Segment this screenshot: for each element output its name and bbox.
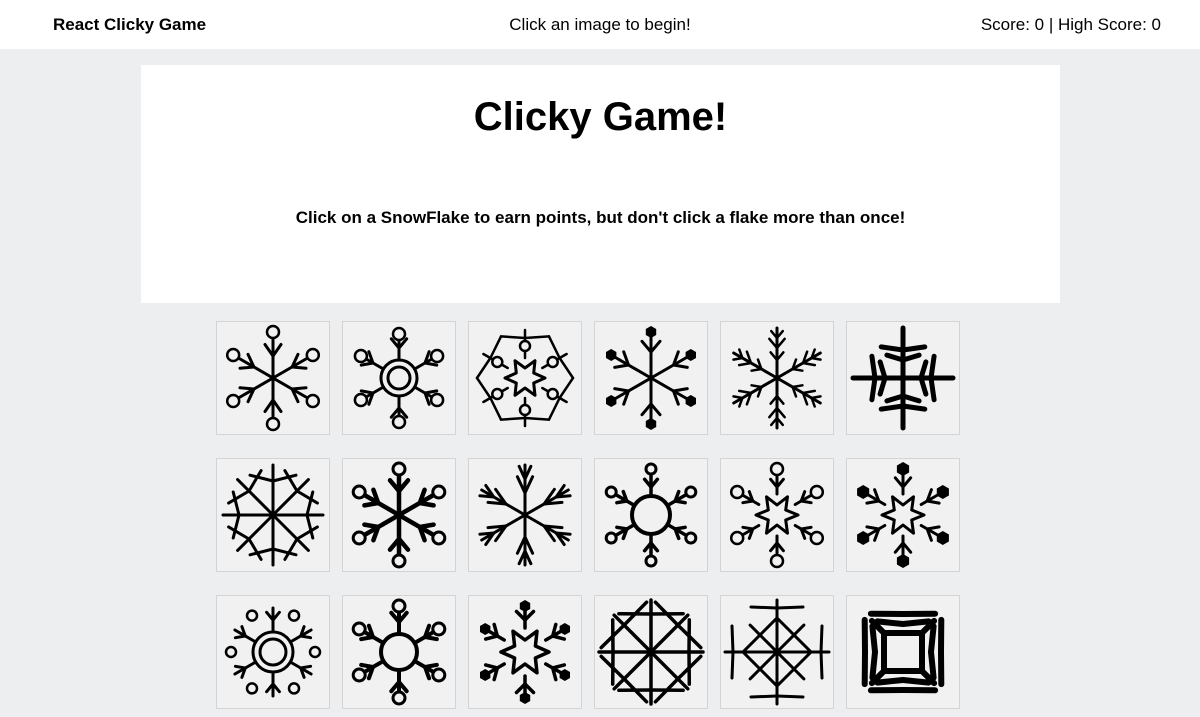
snowflake-square-chevron-icon [861,610,945,694]
snowflake-lattice-icon [597,598,705,706]
instructions-text: Click on a SnowFlake to earn points, but… [295,208,906,227]
snowflake-diamond-icon [723,598,831,706]
snowflake-card[interactable] [216,595,330,709]
snowflake-card[interactable] [720,458,834,572]
page-title: Clicky Game! [473,95,728,139]
snowflake-circle-tips-icon [225,324,321,432]
snowflake-star-hex-icon [475,328,575,428]
snowflake-star-hexagon-tips-icon [857,462,949,568]
snowflake-double-ring-icon [224,606,322,698]
snowflake-card[interactable] [342,458,456,572]
header-banner: Clicky Game! Click on a SnowFlake to ear… [141,65,1060,303]
snowflake-card[interactable] [468,458,582,572]
snowflake-ring-center-icon [353,326,445,430]
snowflake-card[interactable] [342,321,456,435]
snowflake-card[interactable] [468,321,582,435]
snowflake-card[interactable] [720,321,834,435]
snowflake-eight-point-icon [221,463,325,567]
snowflake-card[interactable] [846,321,960,435]
snowflake-card[interactable] [216,458,330,572]
snowflake-card[interactable] [342,595,456,709]
snowflake-card[interactable] [216,321,330,435]
snowflake-card[interactable] [594,458,708,572]
navbar: React Clicky Game Click an image to begi… [0,0,1200,49]
snowflake-fern-icon [732,326,822,430]
snowflake-card[interactable] [720,595,834,709]
snowflake-card[interactable] [468,595,582,709]
snowflake-arrow-cross-icon [850,325,956,431]
snowflake-disc-center-icon [604,462,698,568]
snowflake-card[interactable] [846,458,960,572]
snowflake-bold-circle-tips-icon [351,461,447,569]
snowflake-disc-circle-tips-icon [351,598,447,706]
snowflake-card[interactable] [594,321,708,435]
score-display: Score: 0 | High Score: 0 [980,15,1161,34]
snowflake-hexagon-tips-icon [606,326,696,430]
snowflake-card[interactable] [846,595,960,709]
snowflake-card[interactable] [594,595,708,709]
snowflake-star-hex-bold-icon [480,600,570,704]
snowflake-star-circle-tips-icon [729,461,825,569]
snowflake-feather-icon [478,463,572,567]
